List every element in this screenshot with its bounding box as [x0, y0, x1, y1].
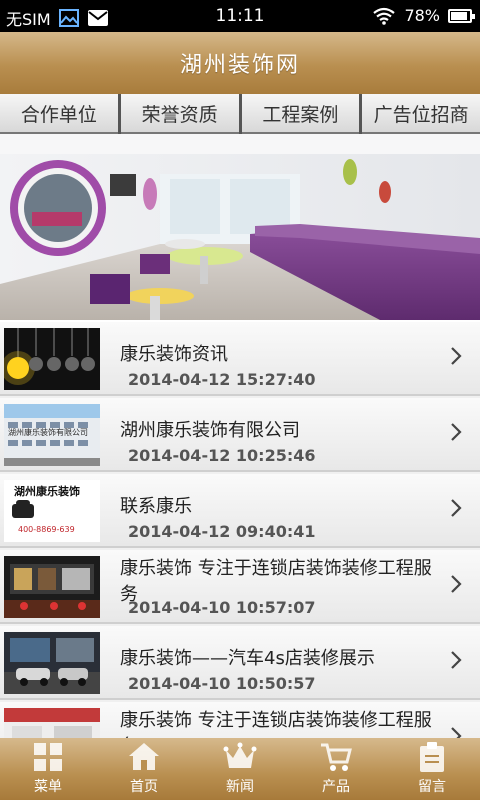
home-icon: [129, 743, 159, 770]
interior-photo: [0, 134, 480, 320]
page-title: 湖州装饰网: [179, 53, 300, 78]
tab-partners[interactable]: 合作单位: [0, 94, 118, 134]
item-date: 2014-04-10 10:57:07: [128, 598, 316, 617]
chevron-right-icon: [451, 423, 462, 441]
thumbnail: [4, 556, 100, 618]
nav-menu[interactable]: 菜单: [0, 738, 96, 800]
list-item[interactable]: 湖州康乐装饰 400-8869-639 联系康乐 2014-04-12 09:4…: [0, 474, 480, 548]
item-title: 湖州康乐装饰有限公司: [120, 420, 300, 441]
thumbnail: [4, 708, 100, 738]
item-date: 2014-04-10 10:50:57: [128, 674, 316, 693]
item-title: 康乐装饰 专注于连锁店装饰装修工程服务: [120, 710, 432, 738]
tab-ad-recruit[interactable]: 广告位招商: [362, 94, 480, 134]
contact-card-image: 湖州康乐装饰 400-8869-639: [4, 480, 100, 542]
building-image: 湖州康乐装饰有限公司: [4, 404, 100, 466]
title-bar: 湖州装饰网: [0, 32, 480, 94]
grid-icon: [34, 743, 62, 771]
tab-label: 合作单位: [20, 103, 97, 126]
building-sign-text: 湖州康乐装饰有限公司: [8, 427, 88, 437]
item-date: 2014-04-12 10:25:46: [128, 446, 316, 465]
thumbnail: 湖州康乐装饰 400-8869-639: [4, 480, 100, 542]
item-title: 康乐装饰——汽车4s店装修展示: [120, 648, 375, 669]
store-interior-image: [4, 708, 100, 738]
tab-label: 广告位招商: [373, 103, 469, 126]
item-date: 2014-04-12 15:27:40: [128, 370, 316, 389]
nav-label: 产品: [322, 779, 350, 795]
clipboard-icon: [420, 742, 444, 772]
tab-cases[interactable]: 工程案例: [241, 94, 360, 134]
battery-level: [451, 11, 467, 20]
chevron-right-icon: [451, 347, 462, 365]
nav-label: 留言: [418, 779, 446, 795]
item-title: 康乐装饰资讯: [120, 344, 228, 365]
list-item[interactable]: 康乐装饰 专注于连锁店装饰装修工程服务: [0, 702, 480, 738]
chevron-right-icon: [451, 727, 462, 738]
status-right: 78%: [372, 6, 475, 25]
nav-label: 首页: [130, 779, 158, 795]
chevron-right-icon: [451, 575, 462, 593]
thumbnail: [4, 328, 100, 390]
item-date: 2014-04-12 09:40:41: [128, 522, 316, 541]
storefront-image: [4, 556, 100, 618]
nav-news[interactable]: 新闻: [192, 738, 288, 800]
list-item[interactable]: 康乐装饰 专注于连锁店装饰装修工程服务 2014-04-10 10:57:07: [0, 550, 480, 624]
card-phone-text: 400-8869-639: [18, 525, 75, 534]
tab-honors[interactable]: 荣誉资质: [120, 94, 239, 134]
thumbnail: 湖州康乐装饰有限公司: [4, 404, 100, 466]
thumbnail: [4, 632, 100, 694]
news-list: 康乐装饰资讯 2014-04-12 15:27:40 湖州康乐装饰有限公司 湖州…: [0, 322, 480, 738]
nav-label: 新闻: [226, 779, 254, 795]
nav-message[interactable]: 留言: [384, 738, 480, 800]
category-tabs: 合作单位 荣誉资质 工程案例 广告位招商: [0, 94, 480, 134]
tab-label: 荣誉资质: [141, 103, 218, 126]
wifi-icon: [373, 7, 396, 25]
item-title: 联系康乐: [120, 496, 192, 517]
car-showroom-image: [4, 632, 100, 694]
status-bar: 无SIM 11:11 78%: [0, 0, 480, 32]
nav-label: 菜单: [34, 779, 62, 795]
nav-home[interactable]: 首页: [96, 738, 192, 800]
battery-percent: 78%: [404, 6, 440, 25]
cart-icon: [321, 743, 352, 771]
bulbs-image: [4, 328, 100, 390]
chevron-right-icon: [451, 651, 462, 669]
nav-products[interactable]: 产品: [288, 738, 384, 800]
chevron-right-icon: [451, 499, 462, 517]
banner-image[interactable]: [0, 134, 480, 320]
list-item[interactable]: 康乐装饰——汽车4s店装修展示 2014-04-10 10:50:57: [0, 626, 480, 700]
tab-label: 工程案例: [262, 103, 339, 126]
list-item[interactable]: 康乐装饰资讯 2014-04-12 15:27:40: [0, 322, 480, 396]
crown-icon: [223, 742, 257, 768]
battery-icon: [448, 8, 475, 23]
card-company-text: 湖州康乐装饰: [14, 484, 80, 498]
bottom-nav: 菜单 首页 新闻 产品 留言: [0, 738, 480, 800]
list-item[interactable]: 湖州康乐装饰有限公司 湖州康乐装饰有限公司 2014-04-12 10:25:4…: [0, 398, 480, 472]
